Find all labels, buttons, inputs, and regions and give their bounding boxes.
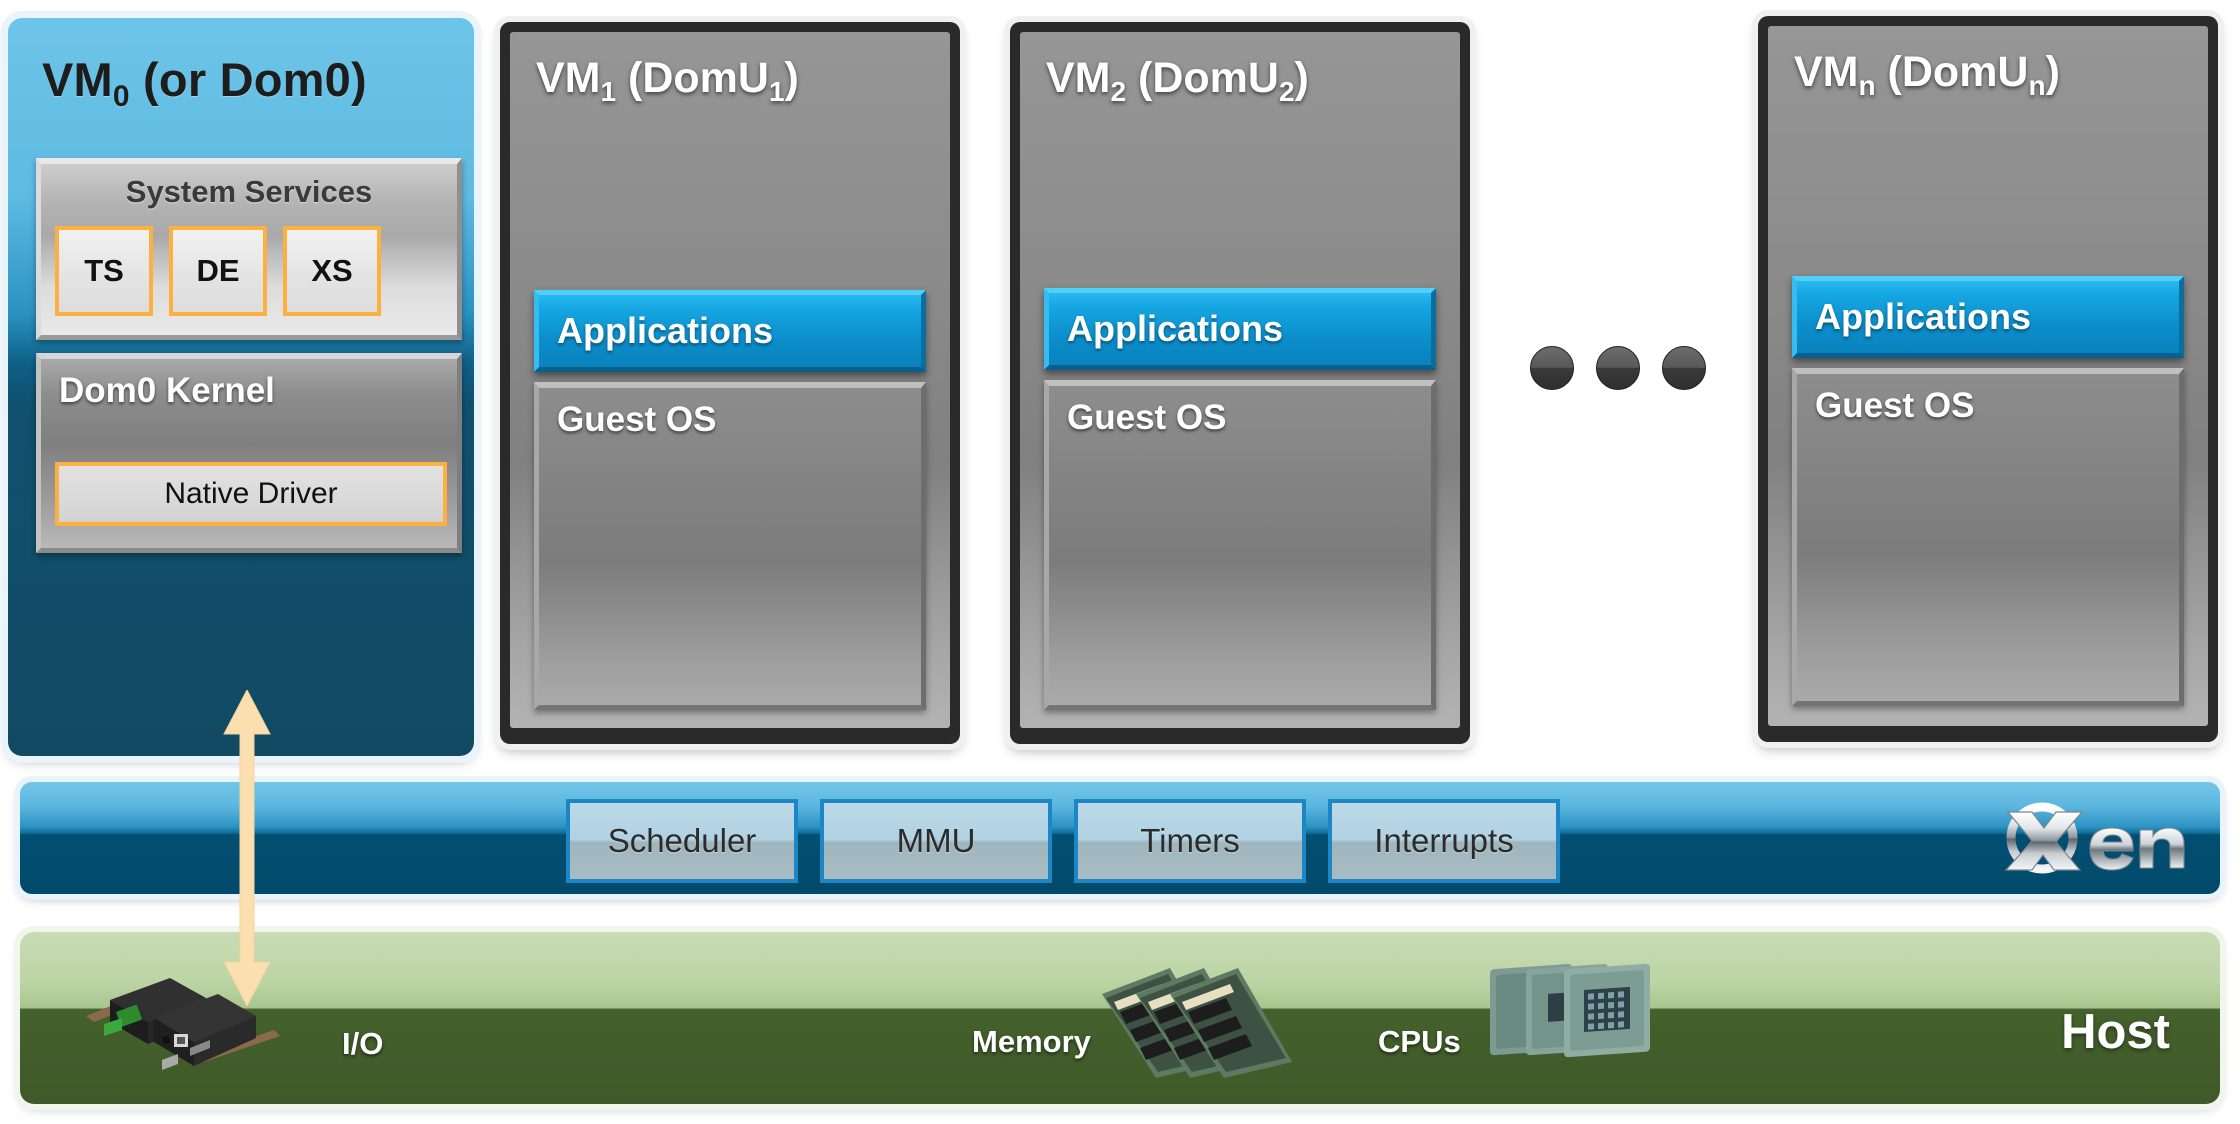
ellipsis-dot-2 (1596, 346, 1640, 390)
vm2-guest-os-box[interactable]: Guest OS (1044, 380, 1436, 710)
vm2-title: VM2 (DomU2) (1046, 54, 1309, 107)
ellipsis-dots (1530, 346, 1706, 390)
system-services-label: System Services (125, 174, 373, 209)
vm0-title: VM0 (or Dom0) (42, 53, 367, 113)
system-services-panel[interactable]: System Services TS DE XS (36, 158, 462, 340)
vm1-card[interactable]: VM1 (DomU1) Applications Guest OS (500, 22, 960, 744)
host-label-io: I/O (342, 1026, 384, 1061)
xen-hypervisor-bar[interactable]: Scheduler MMU Timers Interrupts (20, 782, 2220, 894)
hypervisor-mmu-box[interactable]: MMU (820, 799, 1052, 883)
service-box-de[interactable]: DE (169, 226, 267, 316)
vm2-body: VM2 (DomU2) Applications Guest OS (1020, 32, 1460, 728)
vmn-card[interactable]: VMn (DomUn) Applications Guest OS (1758, 16, 2218, 742)
vm1-body: VM1 (DomU1) Applications Guest OS (510, 32, 950, 728)
hypervisor-interrupts-box[interactable]: Interrupts (1328, 799, 1560, 883)
vm0-dom0-card[interactable]: VM0 (or Dom0) System Services TS DE XS D… (8, 18, 474, 756)
diagram-canvas: VM0 (or Dom0) System Services TS DE XS D… (0, 0, 2240, 1124)
service-box-ts[interactable]: TS (55, 226, 153, 316)
vmn-applications-box[interactable]: Applications (1792, 276, 2184, 358)
native-driver-box[interactable]: Native Driver (55, 462, 447, 526)
vm2-applications-box[interactable]: Applications (1044, 288, 1436, 370)
ellipsis-dot-3 (1662, 346, 1706, 390)
vmn-title: VMn (DomUn) (1794, 48, 2060, 101)
hypervisor-timers-box[interactable]: Timers (1074, 799, 1306, 883)
ellipsis-dot-1 (1530, 346, 1574, 390)
host-label-memory: Memory (972, 1024, 1091, 1059)
dom0-kernel-panel[interactable]: Dom0 Kernel Native Driver (36, 353, 462, 553)
xen-logo-icon (2004, 802, 2185, 874)
cpu-chip-icon (1490, 963, 1650, 1058)
service-box-xs[interactable]: XS (283, 226, 381, 316)
vmn-body: VMn (DomUn) Applications Guest OS (1768, 26, 2208, 726)
system-services-list: TS DE XS (55, 226, 381, 316)
host-label-cpus: CPUs (1378, 1024, 1461, 1059)
vm1-applications-box[interactable]: Applications (534, 290, 926, 372)
vmn-guest-os-box[interactable]: Guest OS (1792, 368, 2184, 706)
native-driver-to-io-arrow-icon (223, 690, 271, 1006)
hypervisor-components: Scheduler MMU Timers Interrupts (566, 799, 1560, 883)
dom0-kernel-label: Dom0 Kernel (59, 371, 275, 410)
vm2-card[interactable]: VM2 (DomU2) Applications Guest OS (1010, 22, 1470, 744)
vm1-guest-os-box[interactable]: Guest OS (534, 382, 926, 710)
host-hardware-bar[interactable]: I/O Memory CPUs Host (20, 932, 2220, 1104)
hypervisor-scheduler-box[interactable]: Scheduler (566, 799, 798, 883)
host-title: Host (2061, 1005, 2170, 1059)
vm1-title: VM1 (DomU1) (536, 54, 799, 107)
memory-dimm-icon (1102, 968, 1292, 1078)
